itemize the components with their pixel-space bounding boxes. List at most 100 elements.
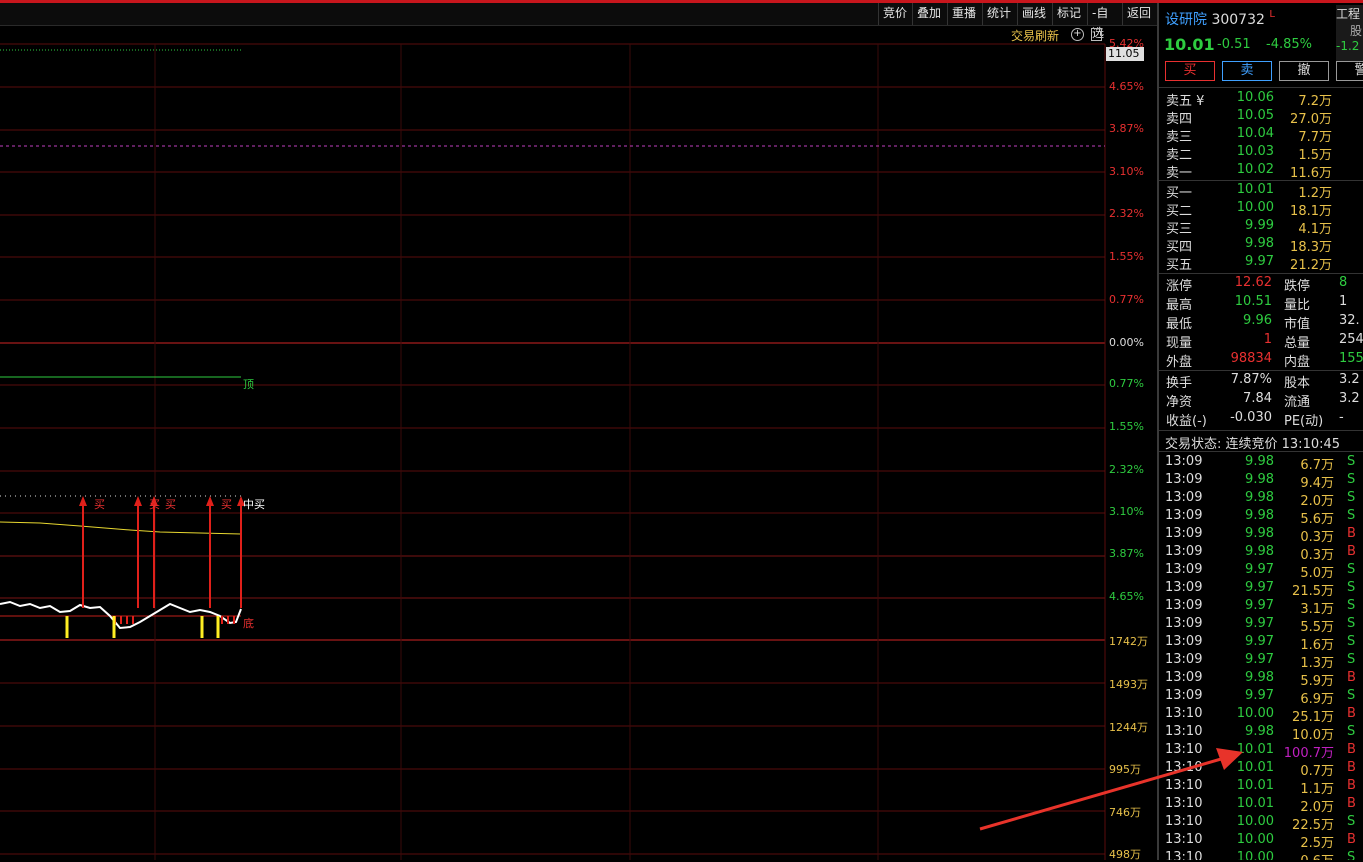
- stat-row: 现量 1 总量 2547: [1159, 332, 1363, 351]
- tick-price: 9.98: [1245, 526, 1274, 541]
- level-price: 10.05: [1236, 108, 1274, 123]
- bid-row[interactable]: 买二 10.00 18.1万: [1159, 200, 1363, 219]
- tick-price: 10.00: [1236, 706, 1274, 721]
- tick-row: 13:09 9.98 5.9万 B: [1159, 670, 1363, 689]
- tick-volume: 2.0万: [1300, 494, 1334, 509]
- price-line: [0, 600, 242, 630]
- ask-row[interactable]: 卖一 10.02 11.6万: [1159, 162, 1363, 181]
- zoom-plus-icon[interactable]: +: [1071, 28, 1084, 41]
- tick-price: 9.98: [1245, 670, 1274, 685]
- level-label: 卖三: [1166, 130, 1193, 145]
- toolbar-watchlist-button[interactable]: -自选: [1087, 3, 1122, 40]
- stat-value: 7.84: [1243, 391, 1272, 406]
- stat-row: 净资 7.84 流通 3.2: [1159, 391, 1363, 410]
- ask-row[interactable]: 卖二 10.03 1.5万: [1159, 144, 1363, 163]
- tick-side: B: [1347, 760, 1356, 775]
- buy-signal-label: 买: [221, 498, 232, 511]
- tick-price: 9.97: [1245, 688, 1274, 703]
- tick-volume: 0.6万: [1300, 850, 1334, 860]
- tick-row: 13:10 10.01 0.7万 B: [1159, 760, 1363, 779]
- buy-arrowhead: [206, 496, 214, 506]
- stat-value: 7.87%: [1230, 372, 1272, 387]
- stat-label: 股本: [1284, 376, 1311, 391]
- level-label: 卖一: [1166, 166, 1193, 181]
- level-volume: 1.2万: [1298, 186, 1332, 201]
- tick-side: S: [1347, 616, 1356, 631]
- volume-label: 1244万: [1109, 721, 1148, 734]
- ask-row[interactable]: 卖三 10.04 7.7万: [1159, 126, 1363, 145]
- buy-button[interactable]: 买: [1165, 61, 1215, 81]
- tick-price: 9.98: [1245, 508, 1274, 523]
- tick-volume: 2.5万: [1300, 836, 1334, 851]
- buy-signal-label: 买: [94, 498, 105, 511]
- stat-value: 1559: [1339, 351, 1363, 366]
- toolbar-back-button[interactable]: 返回: [1122, 3, 1157, 25]
- stock-title[interactable]: 设研院 300732 L: [1165, 9, 1275, 29]
- stat-value: 2547: [1339, 332, 1363, 347]
- pct-label-down: 4.65%: [1109, 590, 1144, 603]
- pct-label-up: 3.87%: [1109, 122, 1144, 135]
- cancel-order-button[interactable]: 撤: [1279, 61, 1329, 81]
- tick-price: 9.98: [1245, 454, 1274, 469]
- sector-change: -1.2: [1336, 39, 1360, 53]
- stock-name: 设研院: [1165, 12, 1207, 28]
- ask-row[interactable]: 卖五 ¥ 10.06 7.2万: [1159, 90, 1363, 109]
- pct-label-up: 2.32%: [1109, 207, 1144, 220]
- bid-row[interactable]: 买四 9.98 18.3万: [1159, 236, 1363, 255]
- sector-card[interactable]: 工程 股 -1.2: [1336, 5, 1363, 61]
- level-volume: 18.1万: [1290, 204, 1332, 219]
- trade-refresh-label[interactable]: 交易刷新: [1011, 27, 1059, 44]
- stat-value: 3.2: [1339, 391, 1360, 406]
- tick-row: 13:09 9.98 9.4万 S: [1159, 472, 1363, 491]
- mid-buy-label: 中买: [243, 498, 265, 511]
- bottom-signal-label: 底: [243, 617, 254, 630]
- tick-time: 13:09: [1165, 580, 1203, 595]
- level-label: 买四: [1166, 240, 1193, 255]
- toolbar-overlay-button[interactable]: 叠加: [912, 3, 947, 25]
- tick-volume: 1.1万: [1300, 782, 1334, 797]
- tick-side: S: [1347, 562, 1356, 577]
- sector-name: 工程: [1336, 7, 1361, 21]
- divider: [1159, 430, 1363, 431]
- tick-row: 13:09 9.97 21.5万 S: [1159, 580, 1363, 599]
- buy-signal-label: 买: [149, 498, 160, 511]
- toolbar-auction-button[interactable]: 竞价: [878, 3, 912, 25]
- stat-row: 换手 7.87% 股本 3.2: [1159, 372, 1363, 391]
- tick-time: 13:09: [1165, 490, 1203, 505]
- pct-label-down: 0.77%: [1109, 377, 1144, 390]
- tick-volume: 100.7万: [1283, 746, 1334, 761]
- top-signal-label: 顶: [243, 378, 254, 391]
- tick-row: 13:09 9.97 5.0万 S: [1159, 562, 1363, 581]
- bid-row[interactable]: 买五 9.97 21.2万: [1159, 254, 1363, 273]
- intraday-chart[interactable]: [0, 26, 1157, 860]
- tick-row: 13:10 10.01 1.1万 B: [1159, 778, 1363, 797]
- stat-value: 32.: [1339, 313, 1360, 328]
- level-volume: 4.1万: [1298, 222, 1332, 237]
- level-volume: 1.5万: [1298, 148, 1332, 163]
- alert-button[interactable]: 警: [1336, 61, 1363, 81]
- sell-button[interactable]: 卖: [1222, 61, 1272, 81]
- toolbar-mark-button[interactable]: 标记: [1052, 3, 1087, 25]
- level-label: 买三: [1166, 222, 1193, 237]
- price-change-pct: -4.85%: [1266, 37, 1312, 52]
- tick-time: 13:10: [1165, 796, 1203, 811]
- toolbar-stats-button[interactable]: 统计: [982, 3, 1017, 25]
- volume-label: 995万: [1109, 763, 1141, 776]
- tick-row: 13:10 10.00 2.5万 B: [1159, 832, 1363, 851]
- tick-volume: 5.0万: [1300, 566, 1334, 581]
- toolbar-replay-button[interactable]: 重播: [947, 3, 982, 25]
- level-label: 买五: [1166, 258, 1193, 273]
- tick-volume: 25.1万: [1292, 710, 1334, 725]
- stat-value: 1: [1263, 332, 1272, 347]
- tick-volume: 0.3万: [1300, 548, 1334, 563]
- bid-row[interactable]: 买三 9.99 4.1万: [1159, 218, 1363, 237]
- tick-time: 13:09: [1165, 652, 1203, 667]
- window-square-icon[interactable]: [1091, 28, 1102, 41]
- stat-value: 3.2: [1339, 372, 1360, 387]
- bid-row[interactable]: 买一 10.01 1.2万: [1159, 182, 1363, 201]
- level-price: 10.06: [1236, 90, 1274, 105]
- toolbar-draw-button[interactable]: 画线: [1017, 3, 1052, 25]
- ask-row[interactable]: 卖四 10.05 27.0万: [1159, 108, 1363, 127]
- tick-time: 13:10: [1165, 814, 1203, 829]
- tick-side: S: [1347, 508, 1356, 523]
